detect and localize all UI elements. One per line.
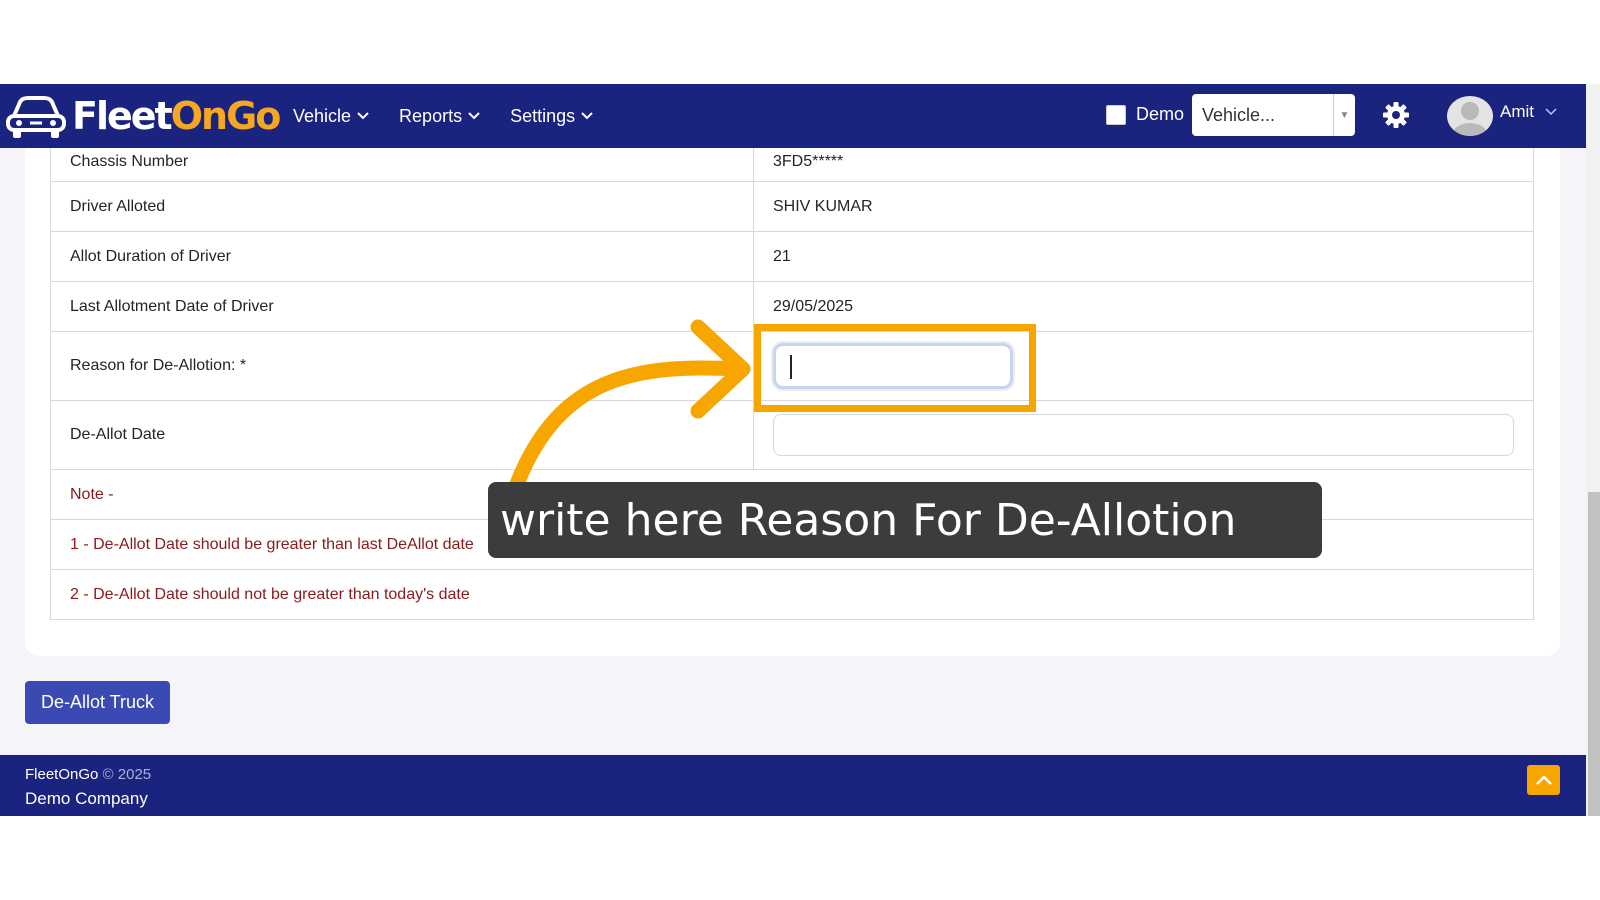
chevron-up-icon bbox=[1535, 775, 1552, 785]
row-value: 21 bbox=[753, 231, 1534, 282]
scrollbar-thumb[interactable] bbox=[1588, 492, 1600, 816]
avatar[interactable] bbox=[1447, 96, 1493, 136]
row-value: SHIV KUMAR bbox=[753, 181, 1534, 232]
main-menu: Vehicle Reports Settings bbox=[293, 84, 623, 148]
deallot-date-label: De-Allot Date bbox=[50, 400, 754, 470]
table-row: Driver Alloted SHIV KUMAR bbox=[50, 181, 1534, 232]
chevron-down-icon bbox=[468, 112, 480, 120]
row-label: Last Allotment Date of Driver bbox=[50, 281, 754, 332]
chevron-down-icon bbox=[581, 112, 593, 120]
menu-settings[interactable]: Settings bbox=[510, 106, 593, 127]
demo-label: Demo bbox=[1136, 104, 1185, 124]
reason-label: Reason for De-Allotion: * bbox=[50, 331, 754, 401]
top-navbar: FleetOnGo Vehicle Reports Settings Demo … bbox=[0, 84, 1586, 148]
demo-checkbox[interactable] bbox=[1106, 104, 1126, 125]
note-item-2: 2 - De-Allot Date should not be greater … bbox=[50, 569, 1534, 620]
row-label: Allot Duration of Driver bbox=[50, 231, 754, 282]
user-icon bbox=[1453, 102, 1487, 136]
deallot-date-input[interactable] bbox=[773, 414, 1514, 456]
row-label: Driver Alloted bbox=[50, 181, 754, 232]
gear-icon[interactable] bbox=[1382, 101, 1410, 129]
back-to-top-button[interactable] bbox=[1527, 765, 1560, 795]
menu-reports[interactable]: Reports bbox=[399, 106, 480, 127]
row-value: 3FD5***** bbox=[753, 142, 1534, 182]
user-name[interactable]: Amit bbox=[1500, 102, 1534, 122]
menu-vehicle[interactable]: Vehicle bbox=[293, 106, 369, 127]
demo-toggle[interactable]: Demo bbox=[1106, 104, 1184, 125]
brand-logo[interactable]: FleetOnGo bbox=[4, 92, 281, 140]
car-icon bbox=[6, 96, 66, 138]
tutorial-tooltip: write here Reason For De-Allotion bbox=[488, 482, 1322, 558]
deallot-truck-button[interactable]: De-Allot Truck bbox=[25, 681, 170, 724]
chevron-down-icon bbox=[357, 112, 369, 120]
row-label: Chassis Number bbox=[50, 142, 754, 182]
page-footer: FleetOnGo © 2025 Demo Company bbox=[0, 755, 1586, 816]
table-row: 2 - De-Allot Date should not be greater … bbox=[50, 569, 1534, 620]
footer-company: Demo Company bbox=[25, 789, 148, 808]
input-highlight-box bbox=[754, 324, 1036, 412]
table-row: Allot Duration of Driver 21 bbox=[50, 231, 1534, 282]
table-row: Chassis Number 3FD5***** bbox=[50, 142, 1534, 182]
chevron-down-icon[interactable] bbox=[1545, 108, 1557, 116]
app-window: FleetOnGo Vehicle Reports Settings Demo … bbox=[0, 84, 1586, 816]
brand-name: FleetOnGo bbox=[72, 94, 281, 138]
dropdown-arrow-icon: ▼ bbox=[1333, 94, 1355, 136]
vehicle-select[interactable]: Vehicle... ▼ bbox=[1192, 94, 1355, 136]
vehicle-select-value: Vehicle... bbox=[1202, 104, 1276, 125]
footer-copyright: FleetOnGo © 2025 bbox=[25, 766, 152, 783]
